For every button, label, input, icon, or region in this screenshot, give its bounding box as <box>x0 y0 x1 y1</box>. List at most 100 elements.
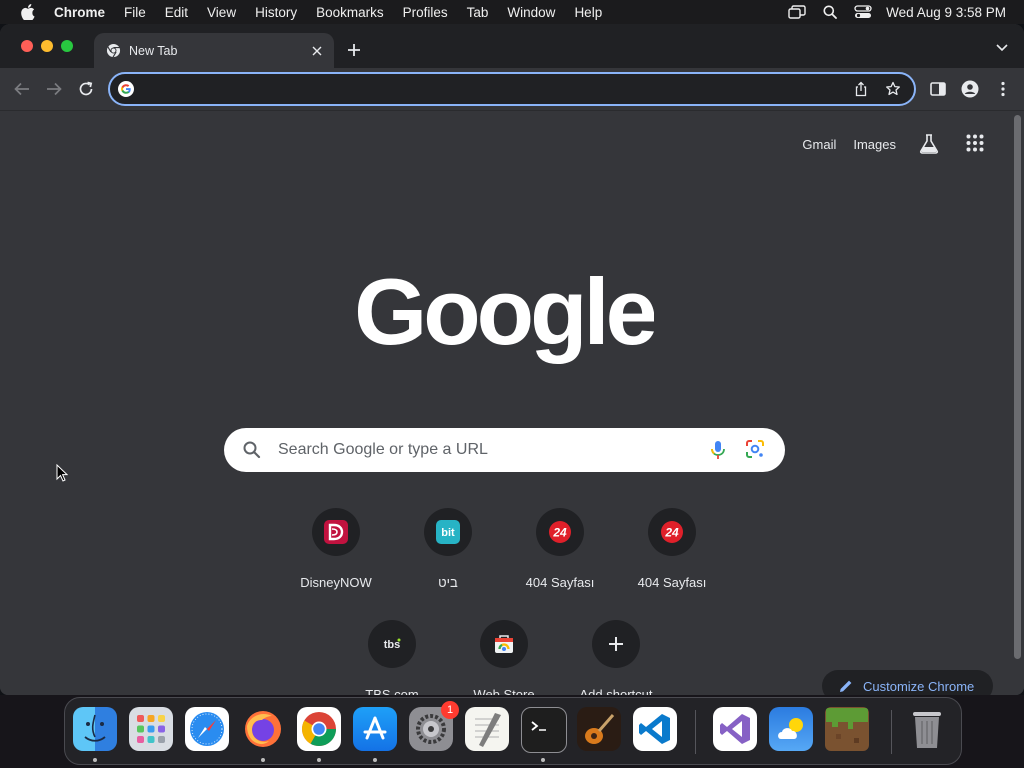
menu-tab[interactable]: Tab <box>467 5 489 20</box>
window-minimize-button[interactable] <box>41 40 53 52</box>
shortcut-label: 404 Sayfası <box>525 575 595 590</box>
customize-chrome-button[interactable]: Customize Chrome <box>822 670 993 695</box>
shortcut-404-sayfasi-1[interactable]: 24 404 Sayfası <box>504 504 616 604</box>
shortcut-label: ביט <box>438 575 458 590</box>
tab-title: New Tab <box>129 43 178 58</box>
menu-profiles[interactable]: Profiles <box>403 5 448 20</box>
notification-badge: 1 <box>441 701 459 719</box>
shortcut-bit[interactable]: bit ביט <box>392 504 504 604</box>
control-center-icon[interactable] <box>854 3 872 21</box>
running-indicator <box>317 758 321 762</box>
screen-mirroring-icon[interactable] <box>788 3 806 21</box>
mouse-cursor-icon <box>56 464 68 482</box>
shortcut-404-sayfasi-2[interactable]: 24 404 Sayfası <box>616 504 728 604</box>
google-g-icon <box>118 81 134 97</box>
shortcut-label: TBS.com <box>365 687 419 695</box>
new-tab-plus-icon[interactable] <box>344 40 364 60</box>
vscode-icon[interactable] <box>633 707 677 751</box>
minecraft-grass-block-icon[interactable] <box>825 707 869 751</box>
visual-studio-icon[interactable] <box>713 707 757 751</box>
running-indicator <box>93 758 97 762</box>
bookmark-star-icon[interactable] <box>882 78 904 100</box>
menu-view[interactable]: View <box>207 5 236 20</box>
menu-window[interactable]: Window <box>507 5 555 20</box>
running-indicator <box>541 758 545 762</box>
disneynow-icon <box>312 508 360 556</box>
shortcut-disneynow[interactable]: DisneyNOW <box>280 504 392 604</box>
top-links: Gmail Images <box>785 133 986 155</box>
voice-search-mic-icon[interactable] <box>707 439 729 461</box>
forward-arrow-icon[interactable] <box>43 78 65 100</box>
shortcut-add[interactable]: Add shortcut <box>560 616 672 695</box>
macos-dock: 1 <box>64 697 962 765</box>
running-indicator <box>261 758 265 762</box>
menubar-clock[interactable]: Wed Aug 9 3:58 PM <box>886 5 1006 20</box>
shortcut-label: DisneyNOW <box>300 575 372 590</box>
svg-text:24: 24 <box>664 526 679 540</box>
garageband-guitar-icon[interactable] <box>577 707 621 751</box>
menu-file[interactable]: File <box>124 5 146 20</box>
app-store-icon[interactable] <box>353 707 397 751</box>
safari-icon[interactable] <box>185 707 229 751</box>
search-magnifier-icon <box>242 440 262 460</box>
google-lens-camera-icon[interactable] <box>745 439 767 461</box>
bit-icon: bit <box>424 508 472 556</box>
tab-new-tab[interactable]: New Tab <box>94 33 334 68</box>
finder-icon[interactable] <box>73 707 117 751</box>
spotlight-search-icon[interactable] <box>821 3 839 21</box>
firefox-icon[interactable] <box>241 707 285 751</box>
search-input[interactable] <box>276 440 707 460</box>
google-search-box[interactable] <box>224 428 785 472</box>
menu-app-chrome[interactable]: Chrome <box>54 5 105 20</box>
tab-strip: New Tab <box>0 24 1024 68</box>
share-icon[interactable] <box>850 78 872 100</box>
window-zoom-button[interactable] <box>61 40 73 52</box>
gmail-link[interactable]: Gmail <box>802 137 836 152</box>
menu-history[interactable]: History <box>255 5 297 20</box>
google-logo-text: Google <box>354 264 654 364</box>
browser-toolbar <box>0 68 1024 111</box>
pencil-icon <box>839 679 853 693</box>
images-link[interactable]: Images <box>853 137 896 152</box>
24-red-icon: 24 <box>536 508 584 556</box>
page-scrollbar[interactable] <box>1014 115 1021 659</box>
24-red-icon: 24 <box>648 508 696 556</box>
web-store-icon <box>480 620 528 668</box>
customize-chrome-label: Customize Chrome <box>863 678 975 694</box>
svg-text:bit: bit <box>441 527 455 539</box>
shortcut-label: Add shortcut <box>579 687 653 695</box>
menu-bookmarks[interactable]: Bookmarks <box>316 5 384 20</box>
tab-close-icon[interactable] <box>308 42 326 60</box>
menu-help[interactable]: Help <box>574 5 602 20</box>
google-apps-grid-icon[interactable] <box>966 134 986 154</box>
weather-icon[interactable] <box>769 707 813 751</box>
terminal-icon[interactable] <box>521 707 567 753</box>
chrome-window: New Tab Gmail Images Google Search Googl… <box>0 24 1024 695</box>
macos-menubar: Chrome File Edit View History Bookmarks … <box>0 0 1024 24</box>
launchpad-icon[interactable] <box>129 707 173 751</box>
menubar-status-area: Wed Aug 9 3:58 PM <box>773 0 1006 24</box>
profile-avatar-icon[interactable] <box>959 78 981 100</box>
google-logo: Google <box>0 264 1008 379</box>
apple-menu-icon[interactable] <box>18 2 38 22</box>
address-input[interactable] <box>140 80 850 98</box>
new-tab-page: Gmail Images Google Search Google or typ… <box>0 111 1024 695</box>
tab-search-chevron-icon[interactable] <box>994 40 1010 56</box>
reload-icon[interactable] <box>75 78 97 100</box>
tbs-icon: tbs <box>368 620 416 668</box>
side-panel-icon[interactable] <box>927 78 949 100</box>
labs-flask-icon[interactable] <box>918 133 940 155</box>
menu-edit[interactable]: Edit <box>165 5 188 20</box>
trash-can-icon[interactable] <box>905 707 949 751</box>
back-arrow-icon[interactable] <box>11 78 33 100</box>
address-bar[interactable] <box>108 72 916 106</box>
dock-separator <box>891 710 892 754</box>
running-indicator <box>373 758 377 762</box>
shortcut-tbs[interactable]: tbs TBS.com <box>336 616 448 695</box>
chrome-menu-kebab-icon[interactable] <box>992 78 1014 100</box>
window-close-button[interactable] <box>21 40 33 52</box>
shortcut-web-store[interactable]: Web Store <box>448 616 560 695</box>
dock-separator <box>695 710 696 754</box>
textedit-icon[interactable] <box>465 707 509 751</box>
chrome-icon[interactable] <box>297 707 341 751</box>
